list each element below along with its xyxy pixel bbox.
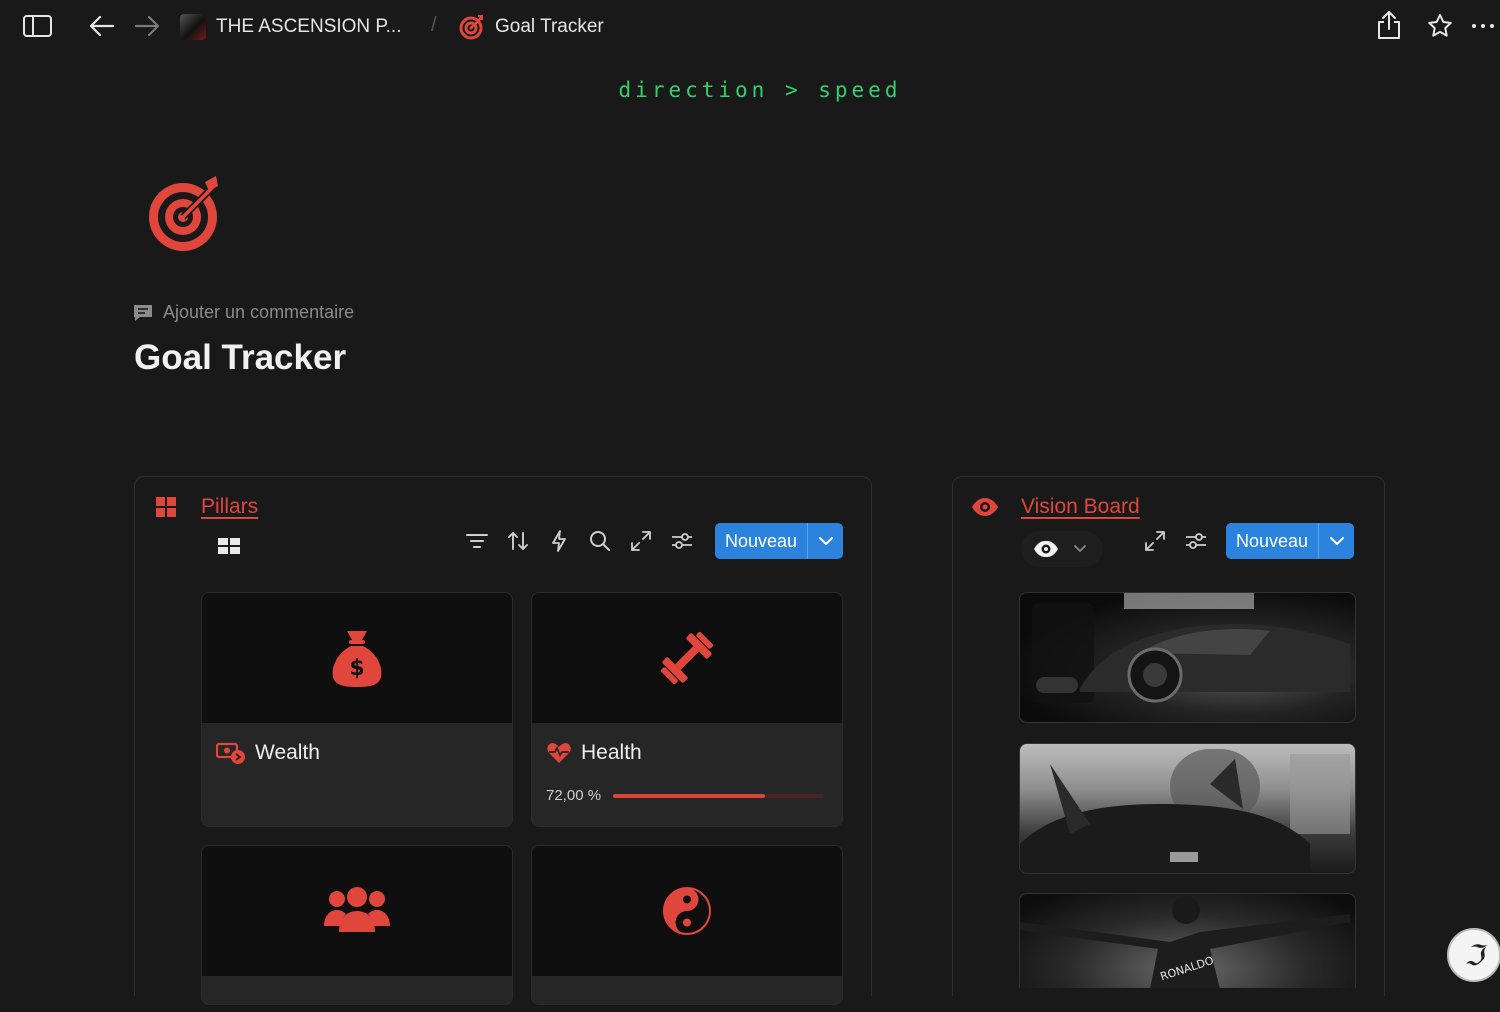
page-title[interactable]: Goal Tracker [134, 338, 346, 378]
vision-board-new-button[interactable]: Nouveau [1226, 523, 1355, 559]
forward-arrow-icon[interactable] [133, 13, 161, 39]
vision-board-toolbar: Nouveau [1134, 523, 1355, 559]
sidebar-toggle-icon[interactable] [22, 13, 54, 39]
pillars-toolbar: Nouveau [456, 523, 844, 559]
expand-icon[interactable] [1134, 523, 1175, 559]
eye-view-icon [1034, 541, 1058, 557]
vision-board-new-label: Nouveau [1236, 530, 1309, 551]
heart-pulse-icon [547, 743, 571, 763]
view-switcher[interactable] [1021, 531, 1103, 567]
pillars-title[interactable]: Pillars [201, 495, 258, 519]
vision-board-header: Vision Board [971, 495, 1140, 519]
gallery-view-icon[interactable] [218, 537, 240, 560]
dumbbell-icon [660, 631, 714, 685]
pillar-card-health[interactable]: Health 72,00 % [531, 592, 843, 827]
add-comment[interactable]: Ajouter un commentaire [132, 302, 354, 323]
vision-image-sports-car[interactable] [1019, 592, 1356, 723]
pillars-new-button[interactable]: Nouveau [715, 523, 844, 559]
money-bag-icon: $ [332, 631, 382, 687]
athlete-photo: RONALDO [1020, 896, 1350, 988]
chevron-down-icon[interactable] [807, 523, 843, 559]
vision-image-athlete[interactable]: RONALDO [1019, 893, 1356, 988]
card-cover: $ [202, 593, 512, 723]
sort-icon[interactable] [497, 523, 538, 559]
vision-board-title[interactable]: Vision Board [1021, 495, 1140, 519]
star-icon[interactable] [1426, 12, 1454, 40]
view-settings-icon[interactable] [661, 523, 702, 559]
vision-image-supercar[interactable] [1019, 743, 1356, 874]
filter-icon[interactable] [456, 523, 497, 559]
share-icon[interactable] [1376, 10, 1402, 40]
pillar-title: Wealth [255, 741, 320, 764]
supercar-photo [1020, 749, 1350, 873]
pillar-card-mindset[interactable] [531, 845, 843, 1005]
top-bar: THE ASCENSION P... / Goal Tracker [0, 0, 1500, 52]
more-options-icon[interactable] [1470, 16, 1498, 36]
gallery-grid-icon [156, 497, 176, 517]
breadcrumb-separator: / [431, 14, 437, 36]
svg-text:$: $ [349, 656, 364, 681]
breadcrumb-current[interactable]: Goal Tracker [459, 14, 604, 40]
pillar-card-wealth[interactable]: $ Wealth [201, 592, 513, 827]
notion-ai-button[interactable]: ℑ [1447, 928, 1500, 982]
progress-bar [613, 793, 825, 798]
expand-icon[interactable] [620, 523, 661, 559]
progress-bar-fill [613, 793, 765, 798]
yin-yang-icon [663, 887, 711, 935]
money-transfer-icon [216, 742, 245, 764]
progress-row: 72,00 % [546, 787, 828, 804]
users-icon [324, 887, 390, 932]
pillar-title: Health [581, 741, 642, 764]
view-settings-icon[interactable] [1175, 523, 1216, 559]
search-icon[interactable] [579, 523, 620, 559]
eye-icon [972, 498, 998, 516]
comment-icon [134, 304, 152, 321]
back-arrow-icon[interactable] [88, 13, 116, 39]
chevron-down-icon[interactable] [1318, 523, 1354, 559]
parent-page-thumbnail [180, 14, 206, 40]
page-target-icon[interactable] [143, 172, 229, 258]
progress-value: 72,00 % [546, 787, 602, 804]
pillars-header: Pillars [155, 495, 258, 519]
card-cover [532, 846, 842, 976]
card-cover [532, 593, 842, 723]
breadcrumb-current-label: Goal Tracker [495, 16, 604, 37]
target-icon [459, 15, 483, 40]
tagline: direction > speed [618, 78, 902, 102]
add-comment-label: Ajouter un commentaire [163, 302, 355, 322]
automation-bolt-icon[interactable] [538, 523, 579, 559]
pillars-new-label: Nouveau [725, 530, 798, 551]
pillar-card-relationships[interactable] [201, 845, 513, 1005]
breadcrumb-parent-label: THE ASCENSION P... [216, 16, 402, 37]
breadcrumb-parent[interactable]: THE ASCENSION P... [180, 14, 401, 40]
notion-ai-icon: ℑ [1464, 938, 1484, 972]
chevron-down-icon [1074, 545, 1086, 553]
card-cover [202, 846, 512, 976]
sports-car-photo [1032, 593, 1350, 703]
